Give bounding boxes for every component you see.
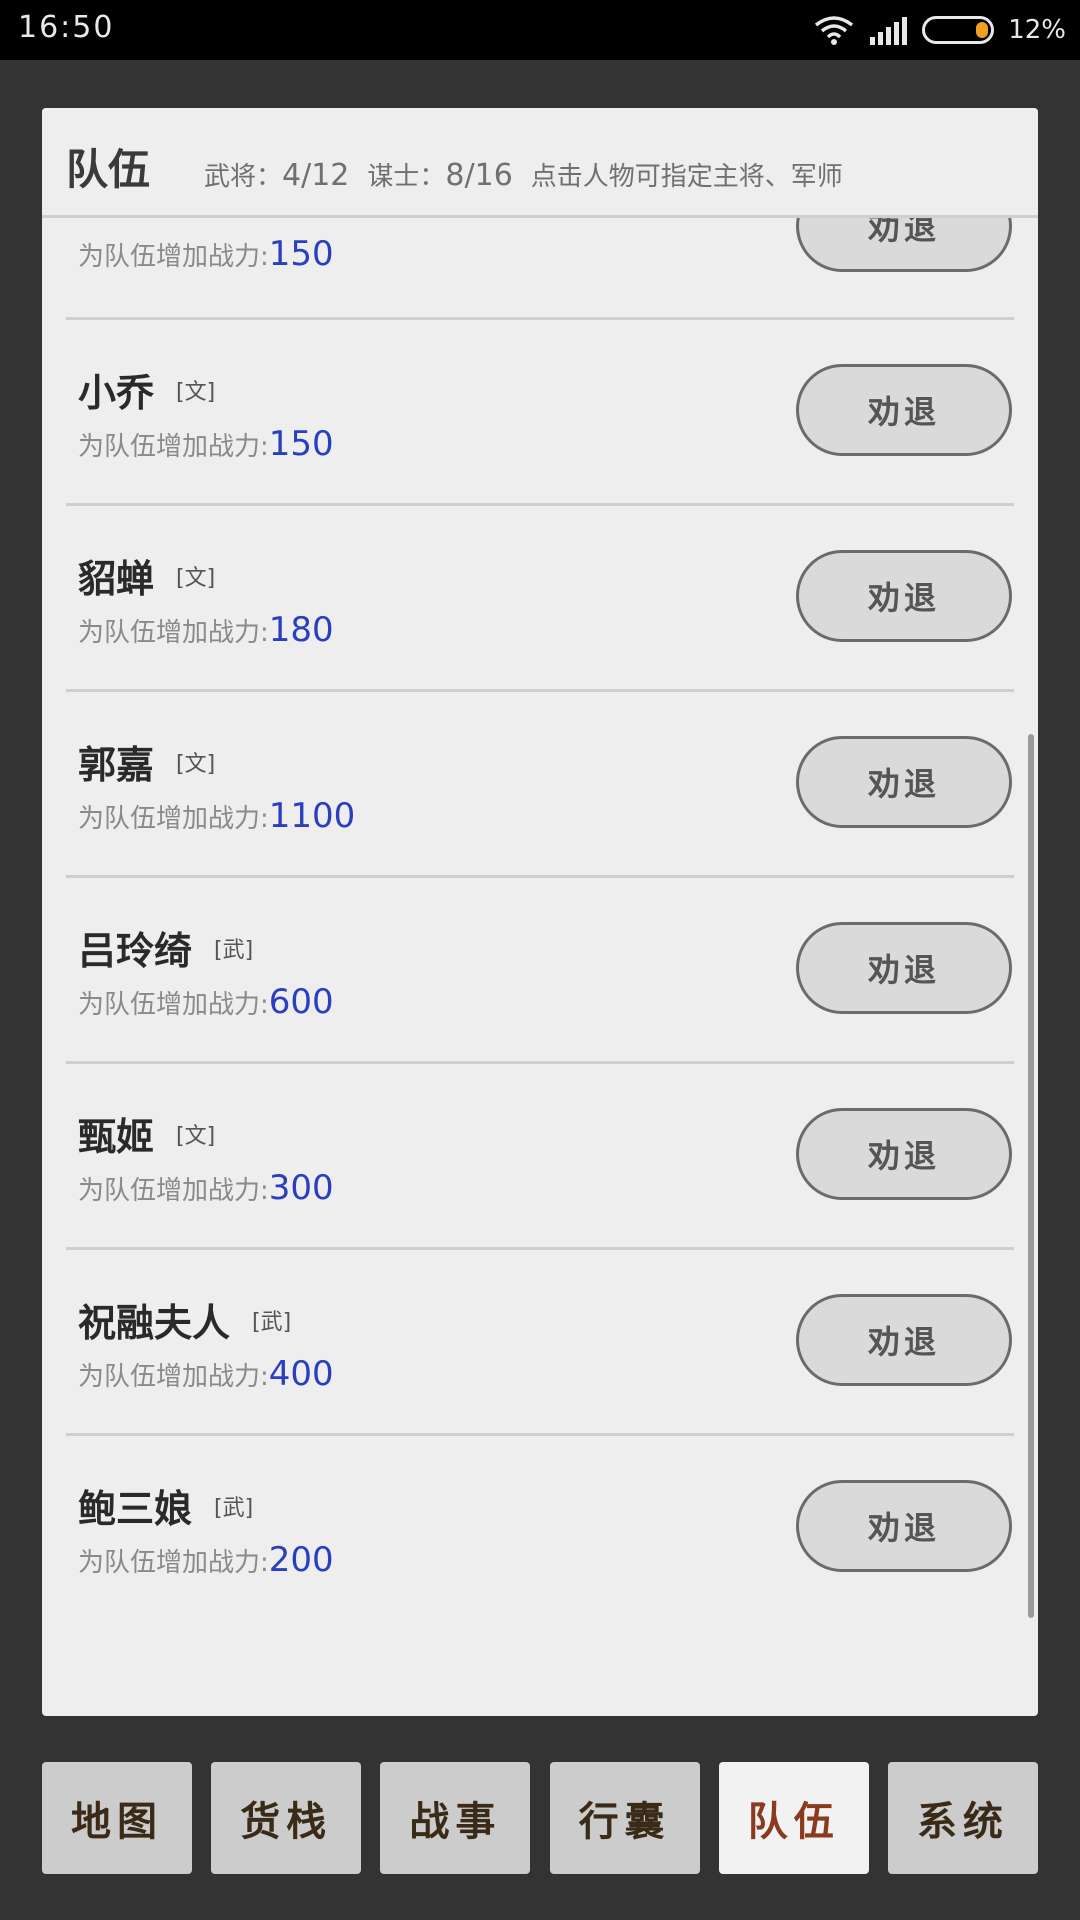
advisors-count: 谋士：8/16: [367, 156, 512, 193]
status-time: 16:50: [18, 10, 115, 45]
power-value: 180: [268, 610, 334, 650]
power-label: 为队伍增加战力:: [78, 990, 269, 1020]
power-text: 为队伍增加战力: 1100: [78, 796, 355, 836]
hero-class-tag: [文]: [176, 565, 216, 591]
battery-icon: [922, 16, 995, 44]
hero-class-tag: [武]: [252, 1309, 292, 1335]
wifi-icon: [815, 16, 854, 45]
hero-name: 小乔 [文]: [78, 362, 215, 417]
power-value: 150: [268, 234, 334, 274]
hero-name-text: 貂蝉: [78, 556, 155, 601]
nav-shop[interactable]: 货栈: [211, 1762, 362, 1874]
advisors-label: 谋士：: [367, 162, 446, 192]
power-label: 为队伍增加战力:: [78, 1362, 269, 1392]
team-counts: 武将：4/12 谋士：8/16 点击人物可指定主将、军师: [204, 156, 843, 193]
power-label: 为队伍增加战力:: [78, 804, 269, 834]
power-value: 150: [268, 424, 334, 464]
power-value: 200: [268, 1540, 334, 1580]
power-label: 为队伍增加战力:: [78, 618, 269, 648]
hero-name: 郭嘉 [文]: [78, 734, 215, 789]
battery-percent: 12%: [1008, 15, 1066, 45]
roster-row[interactable]: 吕玲绮 [武] 为队伍增加战力: 600 劝退: [66, 878, 1014, 1064]
power-label: 为队伍增加战力:: [78, 432, 269, 462]
roster-row[interactable]: 貂蝉 [文] 为队伍增加战力: 180 劝退: [66, 506, 1014, 692]
power-text: 为队伍增加战力: 600: [78, 982, 334, 1022]
nav-system[interactable]: 系统: [887, 1762, 1038, 1874]
hero-name: 甄姬 [文]: [78, 1106, 215, 1161]
hero-name: 貂蝉 [文]: [78, 548, 215, 603]
roster-row[interactable]: 为队伍增加战力: 150 劝退: [66, 180, 1014, 320]
power-value: 600: [268, 982, 334, 1022]
generals-value: 4/12: [282, 158, 350, 193]
hero-class-tag: [文]: [176, 751, 216, 777]
assign-hint: 点击人物可指定主将、军师: [530, 162, 843, 192]
hero-class-tag: [文]: [176, 1123, 216, 1149]
hero-name-text: 甄姬: [78, 1114, 155, 1159]
power-text: 为队伍增加战力: 150: [78, 424, 334, 464]
hero-class-tag: [武]: [214, 1495, 254, 1521]
power-text: 为队伍增加战力: 400: [78, 1354, 334, 1394]
signal-icon: [870, 17, 908, 45]
hero-name-text: 祝融夫人: [78, 1300, 231, 1345]
battery-fill: [976, 22, 989, 38]
status-icons: 12%: [814, 12, 1066, 48]
advisors-value: 8/16: [445, 158, 513, 193]
generals-count: 武将：4/12: [204, 156, 349, 193]
hero-name: 祝融夫人 [武]: [78, 1292, 291, 1347]
dismiss-button[interactable]: 劝退: [796, 736, 1012, 828]
hero-name-text: 吕玲绮: [78, 928, 193, 973]
team-panel: 队伍 武将：4/12 谋士：8/16 点击人物可指定主将、军师 为队伍增加战力:…: [42, 108, 1038, 1716]
roster-list: 为队伍增加战力: 150 劝退 小乔 [文] 为队伍增加战力: 150 劝退 貂蝉 [文…: [66, 180, 1014, 1622]
hero-name-text: 郭嘉: [78, 742, 155, 787]
nav-team[interactable]: 队伍: [718, 1762, 869, 1874]
hero-class-tag: [武]: [214, 937, 254, 963]
roster-row[interactable]: 小乔 [文] 为队伍增加战力: 150 劝退: [66, 320, 1014, 506]
power-value: 400: [268, 1354, 334, 1394]
dismiss-button[interactable]: 劝退: [796, 364, 1012, 456]
nav-inventory[interactable]: 行囊: [549, 1762, 700, 1874]
hero-class-tag: [文]: [176, 379, 216, 405]
power-label: 为队伍增加战力:: [78, 242, 269, 272]
roster-row[interactable]: 郭嘉 [文] 为队伍增加战力: 1100 劝退: [66, 692, 1014, 878]
power-text: 为队伍增加战力: 200: [78, 1540, 334, 1580]
page-title: 队伍: [66, 145, 151, 194]
roster-row[interactable]: 鲍三娘 [武] 为队伍增加战力: 200 劝退: [66, 1436, 1014, 1622]
scrollbar[interactable]: [1028, 734, 1034, 1618]
dismiss-button[interactable]: 劝退: [796, 550, 1012, 642]
bottom-nav: 地图 货栈 战事 行囊 队伍 系统: [42, 1762, 1038, 1874]
power-text: 为队伍增加战力: 150: [78, 234, 334, 274]
status-bar: 16:50 12%: [0, 0, 1080, 60]
roster-row[interactable]: 甄姬 [文] 为队伍增加战力: 300 劝退: [66, 1064, 1014, 1250]
power-value: 1100: [268, 796, 356, 836]
hero-name-text: 鲍三娘: [78, 1486, 193, 1531]
nav-map[interactable]: 地图: [42, 1762, 192, 1874]
dismiss-button[interactable]: 劝退: [796, 1108, 1012, 1200]
nav-battle[interactable]: 战事: [380, 1762, 531, 1874]
generals-label: 武将：: [204, 162, 283, 192]
power-value: 300: [268, 1168, 334, 1208]
hero-name-text: 小乔: [78, 370, 155, 415]
dismiss-button[interactable]: 劝退: [796, 1480, 1012, 1572]
roster-row[interactable]: 祝融夫人 [武] 为队伍增加战力: 400 劝退: [66, 1250, 1014, 1436]
dismiss-button[interactable]: 劝退: [796, 1294, 1012, 1386]
power-label: 为队伍增加战力:: [78, 1176, 269, 1206]
hero-name: 吕玲绮 [武]: [78, 920, 253, 975]
power-text: 为队伍增加战力: 180: [78, 610, 334, 650]
hero-name: 鲍三娘 [武]: [78, 1478, 253, 1533]
power-text: 为队伍增加战力: 300: [78, 1168, 334, 1208]
power-label: 为队伍增加战力:: [78, 1548, 269, 1578]
panel-header: 队伍 武将：4/12 谋士：8/16 点击人物可指定主将、军师: [42, 108, 1038, 218]
dismiss-button[interactable]: 劝退: [796, 922, 1012, 1014]
